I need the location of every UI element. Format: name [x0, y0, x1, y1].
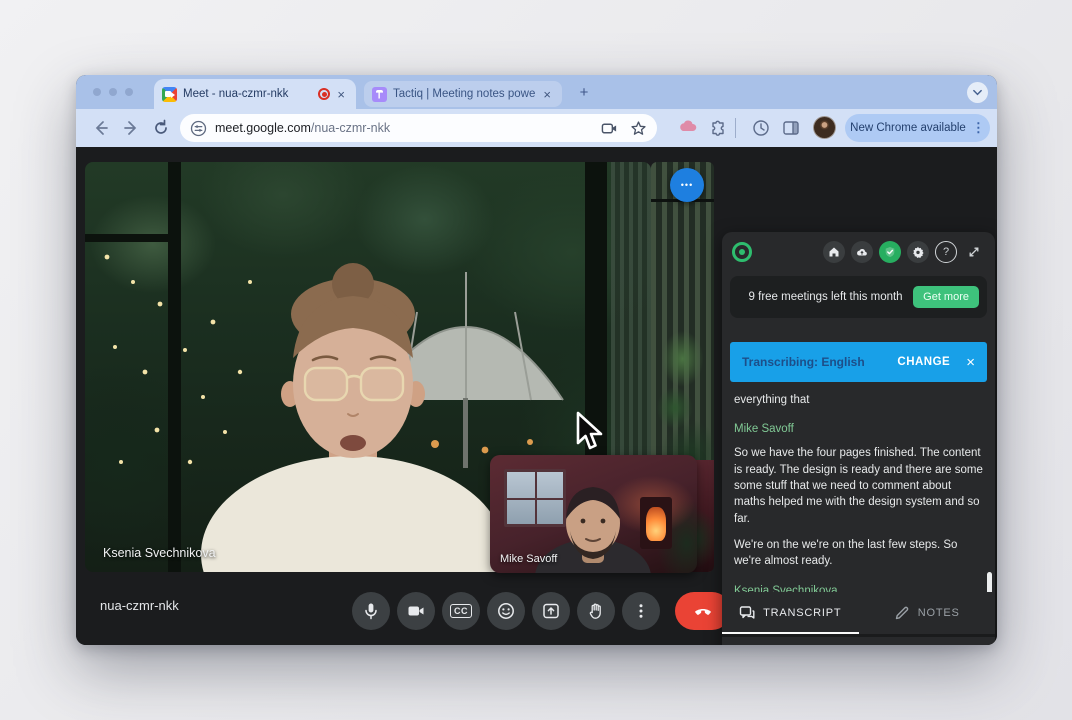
transcript-speaker: Ksenia Svechnikova [734, 585, 983, 592]
side-panel-icon[interactable] [782, 119, 800, 137]
browser-toolbar: meet.google.com/nua-czmr-nkk [76, 109, 997, 147]
tab-search-button[interactable] [967, 82, 988, 103]
captions-icon: CC [450, 604, 472, 618]
labs-icon[interactable] [752, 119, 770, 137]
collapse-panel-button[interactable] [963, 241, 985, 263]
tactiq-actions [722, 634, 995, 645]
present-button[interactable] [532, 592, 570, 630]
home-icon [828, 246, 840, 258]
help-button[interactable]: ? [935, 241, 957, 263]
extensions-puzzle-icon[interactable] [709, 119, 727, 137]
chevron-down-icon [972, 87, 983, 98]
browser-window: Meet - nua-czmr-nkk × Tactiq | Meeting n… [76, 75, 997, 645]
export-to-docs-button[interactable] [808, 645, 848, 646]
bubble-dots-icon: ••• [681, 180, 693, 190]
tab-meet[interactable]: Meet - nua-czmr-nkk × [154, 79, 356, 109]
more-menu-icon[interactable]: ⋮ [972, 120, 985, 136]
captions-button[interactable]: CC [442, 592, 480, 630]
transcribing-label: Transcribing: English [742, 355, 865, 369]
tactiq-logo-icon [732, 242, 752, 262]
close-tab-icon[interactable]: × [540, 87, 554, 102]
mic-button[interactable] [352, 592, 390, 630]
more-vert-icon [632, 602, 650, 620]
window-controls[interactable] [93, 88, 133, 96]
close-tab-icon[interactable]: × [334, 87, 348, 102]
back-button[interactable] [92, 119, 110, 137]
reload-button[interactable] [152, 119, 170, 137]
settings-button[interactable] [907, 241, 929, 263]
chat-bubbles-icon [739, 605, 755, 621]
tab-label: TRANSCRIPT [763, 607, 841, 619]
tab-notes[interactable]: NOTES [859, 592, 996, 634]
video-tile-mike[interactable]: Mike Savoff [490, 455, 697, 573]
phone-down-icon [693, 601, 713, 621]
tactiq-tabs: TRANSCRIPT NOTES [722, 592, 995, 634]
new-tab-button[interactable]: + [574, 82, 594, 102]
tab-bar: Meet - nua-czmr-nkk × Tactiq | Meeting n… [76, 75, 997, 109]
chat-bubble-button[interactable]: ••• [670, 168, 704, 202]
meet-favicon-icon [162, 87, 177, 102]
transcript-list: everything that Mike Savoff So we have t… [722, 382, 995, 592]
camera-button[interactable] [397, 592, 435, 630]
toolbar-divider [735, 118, 736, 138]
mouse-cursor [574, 411, 608, 453]
url-text: meet.google.com/nua-czmr-nkk [215, 121, 589, 135]
participant-name-label: Ksenia Svechnikova [103, 546, 216, 560]
home-button[interactable] [823, 241, 845, 263]
screenshot-button[interactable] [869, 645, 909, 646]
shield-check-icon [884, 246, 896, 258]
gear-icon [912, 246, 924, 258]
present-icon [542, 602, 560, 620]
extension-toolbar-icon[interactable] [679, 119, 697, 137]
recording-indicator-icon [318, 88, 330, 100]
tactiq-panel: ? 9 free meetings left this month Get mo… [722, 232, 995, 645]
participant-name-label: Mike Savoff [500, 553, 557, 565]
more-options-button[interactable] [622, 592, 660, 630]
privacy-shield-button[interactable] [879, 241, 901, 263]
tab-tactiq[interactable]: Tactiq | Meeting notes powe × [364, 81, 562, 107]
tab-label: NOTES [918, 607, 960, 619]
tactiq-favicon-icon [372, 87, 387, 102]
site-settings-icon[interactable] [190, 120, 207, 137]
desktop: Meet - nua-czmr-nkk × Tactiq | Meeting n… [0, 0, 1072, 720]
expand-diagonal-icon [968, 246, 980, 258]
transcript-speaker: Mike Savoff [734, 423, 983, 435]
profile-avatar[interactable] [813, 116, 836, 139]
change-language-button[interactable]: CHANGE [897, 356, 950, 368]
tab-transcript[interactable]: TRANSCRIPT [722, 592, 859, 634]
transcript-text: We're on the we're on the last few steps… [734, 537, 983, 570]
transcript-text: So we have the four pages finished. The … [734, 445, 983, 527]
tab-title: Tactiq | Meeting notes powe [393, 88, 540, 100]
transcribing-banner: Transcribing: English CHANGE × [730, 342, 987, 382]
smiley-icon [497, 602, 515, 620]
active-tab-underline [722, 632, 859, 635]
pause-transcription-button[interactable] [930, 645, 970, 646]
videocam-icon [407, 602, 425, 620]
meeting-code-label: nua-czmr-nkk [100, 598, 179, 613]
close-banner-icon[interactable]: × [966, 355, 975, 370]
tactiq-header: ? [722, 232, 995, 272]
meet-app: Ksenia Svechnikova ••• [76, 147, 997, 645]
scrollbar-thumb[interactable] [987, 572, 992, 592]
update-chrome-button[interactable]: New Chrome available ⋮ [845, 114, 990, 142]
forward-button[interactable] [122, 119, 140, 137]
usage-text: 9 free meetings left this month [744, 290, 913, 305]
cloud-icon [856, 246, 868, 258]
hand-icon [587, 602, 605, 620]
meet-controls: CC [352, 592, 731, 630]
raise-hand-button[interactable] [577, 592, 615, 630]
bookmark-star-icon[interactable] [630, 120, 647, 137]
cloud-upload-button[interactable] [851, 241, 873, 263]
mic-icon [362, 602, 380, 620]
transcript-text: everything that [734, 392, 983, 408]
tab-capture-icon[interactable] [601, 120, 618, 137]
reactions-button[interactable] [487, 592, 525, 630]
tab-title: Meet - nua-czmr-nkk [183, 88, 314, 100]
address-bar[interactable]: meet.google.com/nua-czmr-nkk [180, 114, 657, 142]
get-more-button[interactable]: Get more [913, 286, 979, 308]
share-button[interactable] [747, 645, 787, 646]
pencil-icon [894, 605, 910, 621]
usage-banner: 9 free meetings left this month Get more [730, 276, 987, 318]
